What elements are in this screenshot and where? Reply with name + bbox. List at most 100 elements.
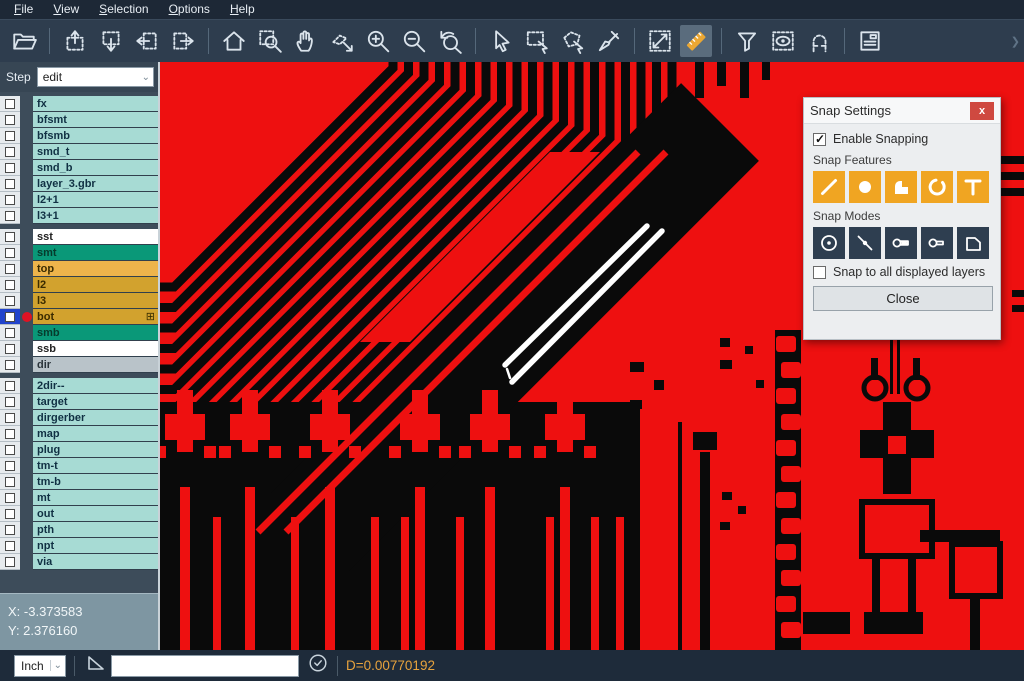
layer-visibility-checkbox[interactable] bbox=[0, 394, 20, 410]
step-select[interactable]: edit ⌄ bbox=[37, 67, 154, 87]
layer-row-top[interactable]: top bbox=[0, 261, 158, 277]
layer-row-bot[interactable]: bot⊞ bbox=[0, 309, 158, 325]
snap-all-layers-checkbox[interactable] bbox=[813, 266, 826, 279]
menu-help[interactable]: Help bbox=[220, 0, 265, 19]
layer-visibility-checkbox[interactable] bbox=[0, 293, 20, 309]
unit-select[interactable]: Inch ⌄ bbox=[14, 655, 66, 677]
zoom-previous-icon[interactable] bbox=[434, 25, 466, 57]
filter-icon[interactable] bbox=[731, 25, 763, 57]
snap-dialog-titlebar[interactable]: Snap Settings x bbox=[804, 98, 1000, 124]
layer-name[interactable]: l3+1 bbox=[33, 208, 158, 224]
pan-left-icon[interactable] bbox=[131, 25, 163, 57]
snap-pad-exit-icon[interactable] bbox=[921, 227, 953, 259]
layer-row-target[interactable]: target bbox=[0, 394, 158, 410]
layer-name[interactable]: out bbox=[33, 506, 158, 522]
layer-visibility-checkbox[interactable] bbox=[0, 341, 20, 357]
layer-visibility-checkbox[interactable] bbox=[0, 426, 20, 442]
close-button[interactable]: Close bbox=[813, 286, 993, 311]
layer-name[interactable]: l2 bbox=[33, 277, 158, 293]
layer-visibility-checkbox[interactable] bbox=[0, 208, 20, 224]
layer-name[interactable]: npt bbox=[33, 538, 158, 554]
grid-icon[interactable]: ⊞ bbox=[146, 310, 155, 323]
snap-circle-icon[interactable] bbox=[849, 171, 881, 203]
open-icon[interactable] bbox=[8, 25, 40, 57]
layer-row-bfsmt[interactable]: bfsmt bbox=[0, 112, 158, 128]
zoom-in-icon[interactable] bbox=[362, 25, 394, 57]
snap-magnet-icon[interactable] bbox=[803, 25, 835, 57]
layer-name[interactable]: smd_b bbox=[33, 160, 158, 176]
pan-up-icon[interactable] bbox=[59, 25, 91, 57]
layer-visibility-checkbox[interactable] bbox=[0, 261, 20, 277]
pan-hand-icon[interactable] bbox=[290, 25, 322, 57]
layer-visibility-checkbox[interactable] bbox=[0, 192, 20, 208]
select-polygon-icon[interactable] bbox=[557, 25, 589, 57]
layer-row-dir[interactable]: dir bbox=[0, 357, 158, 373]
angle-measure-icon[interactable] bbox=[85, 652, 107, 679]
layer-name[interactable]: bfsmt bbox=[33, 112, 158, 128]
layer-row-tm-t[interactable]: tm-t bbox=[0, 458, 158, 474]
layer-visibility-checkbox[interactable] bbox=[0, 357, 20, 373]
layer-name[interactable]: via bbox=[33, 554, 158, 570]
layer-row-fx[interactable]: fx bbox=[0, 96, 158, 112]
layer-row-l2-1[interactable]: l2+1 bbox=[0, 192, 158, 208]
apply-circle-icon[interactable] bbox=[307, 652, 329, 679]
layer-name[interactable]: l3 bbox=[33, 293, 158, 309]
layer-name[interactable]: dirgerber bbox=[33, 410, 158, 426]
layer-row-plug[interactable]: plug bbox=[0, 442, 158, 458]
view-options-icon[interactable] bbox=[767, 25, 799, 57]
layer-visibility-checkbox[interactable] bbox=[0, 554, 20, 570]
layer-visibility-checkbox[interactable] bbox=[0, 245, 20, 261]
layer-name[interactable]: bfsmb bbox=[33, 128, 158, 144]
zoom-object-icon[interactable] bbox=[326, 25, 358, 57]
layer-row-tm-b[interactable]: tm-b bbox=[0, 474, 158, 490]
layer-row-smt[interactable]: smt bbox=[0, 245, 158, 261]
layer-name[interactable]: bot⊞ bbox=[33, 309, 158, 325]
snap-all-layers-row[interactable]: Snap to all displayed layers bbox=[813, 265, 991, 279]
layer-row-npt[interactable]: npt bbox=[0, 538, 158, 554]
layer-visibility-checkbox[interactable] bbox=[0, 458, 20, 474]
layer-visibility-checkbox[interactable] bbox=[0, 96, 20, 112]
pan-down-icon[interactable] bbox=[95, 25, 127, 57]
home-icon[interactable] bbox=[218, 25, 250, 57]
snap-pad-end-icon[interactable] bbox=[885, 227, 917, 259]
layer-row-layer-3-gbr[interactable]: layer_3.gbr bbox=[0, 176, 158, 192]
menu-view[interactable]: View bbox=[43, 0, 89, 19]
layer-name[interactable]: plug bbox=[33, 442, 158, 458]
snap-center-icon[interactable] bbox=[813, 227, 845, 259]
layer-name[interactable]: pth bbox=[33, 522, 158, 538]
select-rect-icon[interactable] bbox=[521, 25, 553, 57]
layer-row-out[interactable]: out bbox=[0, 506, 158, 522]
layer-name[interactable]: mt bbox=[33, 490, 158, 506]
value-input[interactable] bbox=[111, 655, 299, 677]
layer-name[interactable]: tm-t bbox=[33, 458, 158, 474]
layer-row-smd-t[interactable]: smd_t bbox=[0, 144, 158, 160]
zoom-out-icon[interactable] bbox=[398, 25, 430, 57]
layer-row-bfsmb[interactable]: bfsmb bbox=[0, 128, 158, 144]
layer-row-ssb[interactable]: ssb bbox=[0, 341, 158, 357]
enable-snapping-row[interactable]: Enable Snapping bbox=[813, 132, 991, 146]
snap-text-icon[interactable] bbox=[957, 171, 989, 203]
snap-line-icon[interactable] bbox=[813, 171, 845, 203]
snap-surface-icon[interactable] bbox=[885, 171, 917, 203]
layer-visibility-checkbox[interactable] bbox=[0, 490, 20, 506]
snap-on-segment-icon[interactable] bbox=[849, 227, 881, 259]
enable-snapping-checkbox[interactable] bbox=[813, 133, 826, 146]
layer-row-mt[interactable]: mt bbox=[0, 490, 158, 506]
measure-line-icon[interactable] bbox=[644, 25, 676, 57]
layer-row-map[interactable]: map bbox=[0, 426, 158, 442]
layer-visibility-checkbox[interactable] bbox=[0, 229, 20, 245]
layer-visibility-checkbox[interactable] bbox=[0, 160, 20, 176]
menu-file[interactable]: File bbox=[4, 0, 43, 19]
layer-name[interactable]: smb bbox=[33, 325, 158, 341]
layer-row-l3[interactable]: l3 bbox=[0, 293, 158, 309]
layer-row-sst[interactable]: sst bbox=[0, 229, 158, 245]
layer-visibility-checkbox[interactable] bbox=[0, 538, 20, 554]
layer-visibility-checkbox[interactable] bbox=[0, 474, 20, 490]
layer-visibility-checkbox[interactable] bbox=[0, 506, 20, 522]
layer-row-l2[interactable]: l2 bbox=[0, 277, 158, 293]
layer-visibility-checkbox[interactable] bbox=[0, 277, 20, 293]
layer-name[interactable]: ssb bbox=[33, 341, 158, 357]
layers-panel-icon[interactable] bbox=[854, 25, 886, 57]
snap-arc-icon[interactable] bbox=[921, 171, 953, 203]
layer-name[interactable]: fx bbox=[33, 96, 158, 112]
